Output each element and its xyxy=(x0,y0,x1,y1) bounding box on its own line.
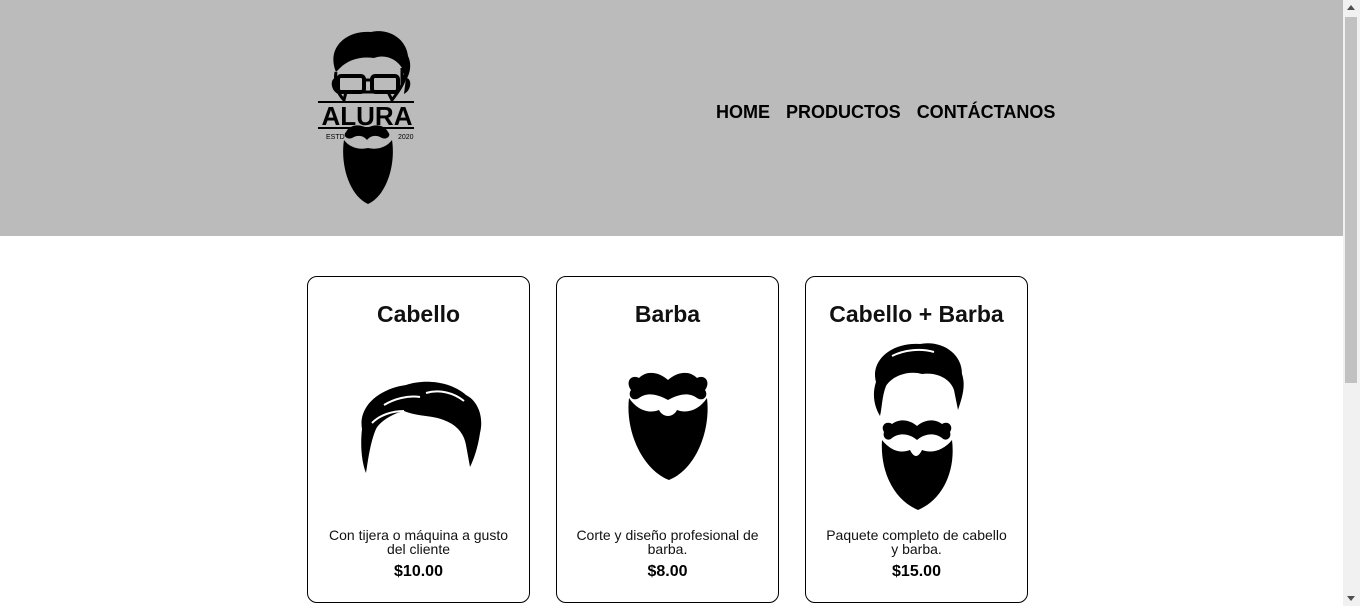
product-price: $8.00 xyxy=(647,563,688,580)
logo-text: ALURA xyxy=(322,101,413,131)
nav-home-link[interactable]: HOME xyxy=(716,101,770,123)
page: ALURA ESTD 2020 HOME PRODUCTOS CONTÁCTAN… xyxy=(0,0,1343,606)
hair-and-beard-icon xyxy=(806,337,1027,517)
product-description: Paquete completo de cabello y barba. xyxy=(826,527,1007,557)
logo-estd: ESTD xyxy=(326,134,345,141)
vertical-scrollbar[interactable] xyxy=(1343,0,1360,606)
alura-logo[interactable]: ALURA ESTD 2020 xyxy=(316,28,418,206)
scroll-up-arrow-icon[interactable] xyxy=(1347,5,1355,10)
nav-contactanos-link[interactable]: CONTÁCTANOS xyxy=(917,101,1056,123)
scrollbar-thumb[interactable] xyxy=(1345,17,1357,383)
site-header: ALURA ESTD 2020 HOME PRODUCTOS CONTÁCTAN… xyxy=(0,0,1343,236)
product-card-barba[interactable]: Barba Corte y diseño profesional de barb… xyxy=(556,276,779,603)
hair-icon xyxy=(308,337,529,517)
product-title: Barba xyxy=(634,301,701,327)
product-card-cabello[interactable]: Cabello Con tijera o máquina a gusto del… xyxy=(307,276,530,603)
logo-year: 2020 xyxy=(398,134,414,141)
product-title: Cabello xyxy=(376,301,461,327)
beard-icon xyxy=(557,337,778,517)
scroll-down-arrow-icon[interactable] xyxy=(1347,596,1355,601)
product-description: Corte y diseño profesional de barba. xyxy=(576,527,759,557)
product-description: Con tijera o máquina a gusto del cliente xyxy=(329,527,508,557)
product-card-cabello-barba[interactable]: Cabello + Barba Paquete completo de cabe… xyxy=(805,276,1028,603)
product-price: $10.00 xyxy=(394,563,443,580)
main-nav: HOME PRODUCTOS CONTÁCTANOS xyxy=(716,101,1055,123)
products-section: Cabello Con tijera o máquina a gusto del… xyxy=(307,276,1028,603)
product-title: Cabello + Barba xyxy=(829,301,1004,327)
product-price: $15.00 xyxy=(892,563,941,580)
nav-productos-link[interactable]: PRODUCTOS xyxy=(786,101,901,123)
